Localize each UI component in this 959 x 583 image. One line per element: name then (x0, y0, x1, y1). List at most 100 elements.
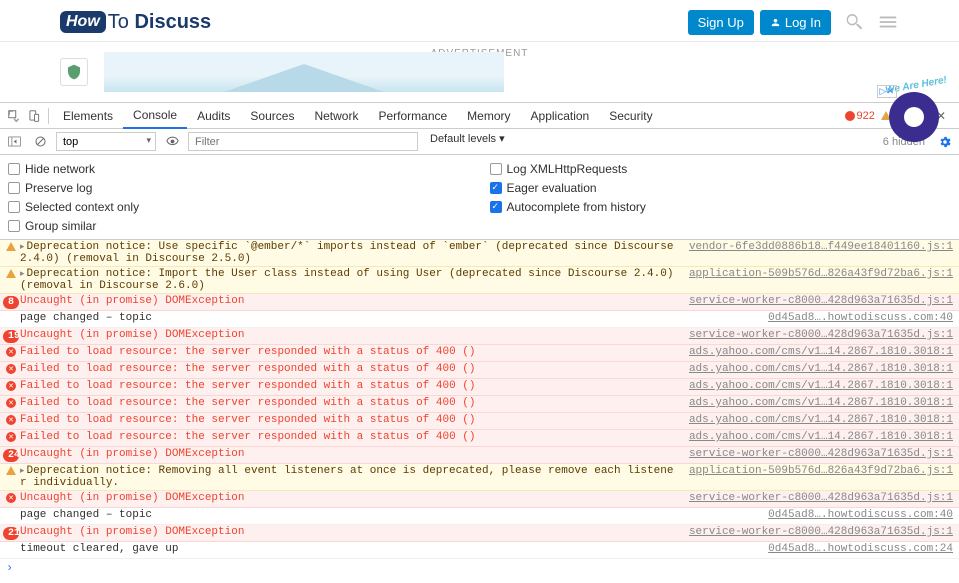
error-badge: 19 (3, 330, 19, 343)
device-icon[interactable] (24, 106, 44, 126)
log-row[interactable]: page changed – topic0d45ad8….howtodiscus… (0, 508, 959, 525)
error-icon (6, 364, 16, 374)
ad-banner[interactable] (104, 52, 504, 92)
site-logo[interactable]: How To Discuss (60, 11, 211, 34)
log-source-link[interactable]: service-worker-c8000…428d963a71635d.js:1 (679, 448, 953, 460)
log-message: Uncaught (in promise) DOMException (18, 492, 679, 504)
log-source-link[interactable]: ads.yahoo.com/cms/v1…14.2867.1810.3018:1 (679, 363, 953, 375)
log-row[interactable]: Failed to load resource: the server resp… (0, 396, 959, 413)
console-toolbar: top Default levels ▾ 6 hidden (0, 129, 959, 155)
ad-close-icon[interactable]: ▷✕ (877, 85, 897, 98)
menu-icon[interactable] (877, 11, 899, 33)
option-eager-evaluation[interactable]: Eager evaluation (490, 178, 952, 197)
checkbox-icon[interactable] (8, 182, 20, 194)
log-row[interactable]: 24Uncaught (in promise) DOMExceptionserv… (0, 447, 959, 464)
log-row[interactable]: timeout cleared, gave up0d45ad8….howtodi… (0, 542, 959, 559)
error-badge: 21 (3, 527, 19, 540)
option-group-similar[interactable]: Group similar (8, 216, 470, 235)
log-message: page changed – topic (18, 312, 758, 324)
live-expression-icon[interactable] (162, 132, 182, 152)
log-source-link[interactable]: service-worker-c8000…428d963a71635d.js:1 (679, 526, 953, 538)
expand-icon[interactable]: ▸ (20, 242, 25, 252)
log-source-link[interactable]: application-509b576d…826a43f9d72ba6.js:1 (679, 465, 953, 477)
tab-performance[interactable]: Performance (368, 103, 457, 129)
levels-select[interactable]: Default levels ▾ (424, 132, 523, 151)
console-options: Hide networkPreserve logSelected context… (0, 155, 959, 240)
log-row[interactable]: Failed to load resource: the server resp… (0, 345, 959, 362)
log-source-link[interactable]: 0d45ad8….howtodiscuss.com:40 (758, 312, 953, 324)
log-row[interactable]: ▸Deprecation notice: Use specific `@embe… (0, 240, 959, 267)
error-counter[interactable]: 922 (845, 110, 875, 122)
log-row[interactable]: page changed – topic0d45ad8….howtodiscus… (0, 311, 959, 328)
log-row[interactable]: 21Uncaught (in promise) DOMExceptionserv… (0, 525, 959, 542)
log-source-link[interactable]: ads.yahoo.com/cms/v1…14.2867.1810.3018:1 (679, 380, 953, 392)
log-source-link[interactable]: ads.yahoo.com/cms/v1…14.2867.1810.3018:1 (679, 414, 953, 426)
log-row[interactable]: Failed to load resource: the server resp… (0, 362, 959, 379)
checkbox-icon[interactable] (8, 163, 20, 175)
tab-console[interactable]: Console (123, 103, 187, 129)
error-icon (6, 398, 16, 408)
logo-text: To Discuss (108, 11, 211, 34)
tab-audits[interactable]: Audits (187, 103, 240, 129)
log-source-link[interactable]: service-worker-c8000…428d963a71635d.js:1 (679, 295, 953, 307)
context-select[interactable]: top (56, 132, 156, 151)
log-message: Failed to load resource: the server resp… (18, 414, 679, 426)
option-selected-context-only[interactable]: Selected context only (8, 197, 470, 216)
log-row[interactable]: ▸Deprecation notice: Import the User cla… (0, 267, 959, 294)
option-autocomplete-from-history[interactable]: Autocomplete from history (490, 197, 952, 216)
checkbox-icon[interactable] (490, 182, 502, 194)
log-row[interactable]: 8Uncaught (in promise) DOMExceptionservi… (0, 294, 959, 311)
console-prompt[interactable]: › (0, 559, 959, 577)
log-row[interactable]: Failed to load resource: the server resp… (0, 379, 959, 396)
log-source-link[interactable]: service-worker-c8000…428d963a71635d.js:1 (679, 329, 953, 341)
log-row[interactable]: Failed to load resource: the server resp… (0, 413, 959, 430)
clear-console-icon[interactable] (30, 132, 50, 152)
expand-icon[interactable]: ▸ (20, 269, 25, 279)
signup-button[interactable]: Sign Up (688, 10, 754, 35)
log-row[interactable]: ▸Deprecation notice: Removing all event … (0, 464, 959, 491)
adblock-shield-icon[interactable] (60, 58, 88, 86)
log-source-link[interactable]: ads.yahoo.com/cms/v1…14.2867.1810.3018:1 (679, 397, 953, 409)
warning-icon (6, 242, 16, 251)
checkbox-icon[interactable] (490, 201, 502, 213)
checkbox-icon[interactable] (8, 220, 20, 232)
tab-sources[interactable]: Sources (240, 103, 304, 129)
chat-bubble-icon[interactable] (889, 92, 939, 142)
sidebar-toggle-icon[interactable] (4, 132, 24, 152)
tab-security[interactable]: Security (599, 103, 662, 129)
log-row[interactable]: 19Uncaught (in promise) DOMExceptionserv… (0, 328, 959, 345)
gear-icon[interactable] (935, 132, 955, 152)
expand-icon[interactable]: ▸ (20, 466, 25, 476)
option-log-xmlhttprequests[interactable]: Log XMLHttpRequests (490, 159, 952, 178)
log-source-link[interactable]: 0d45ad8….howtodiscuss.com:24 (758, 543, 953, 555)
log-source-link[interactable]: application-509b576d…826a43f9d72ba6.js:1 (679, 268, 953, 280)
search-icon[interactable] (843, 11, 865, 33)
tab-elements[interactable]: Elements (53, 103, 123, 129)
tab-application[interactable]: Application (521, 103, 600, 129)
option-preserve-log[interactable]: Preserve log (8, 178, 470, 197)
log-source-link[interactable]: 0d45ad8….howtodiscuss.com:40 (758, 509, 953, 521)
log-source-link[interactable]: ads.yahoo.com/cms/v1…14.2867.1810.3018:1 (679, 431, 953, 443)
console-log-area[interactable]: ▸Deprecation notice: Use specific `@embe… (0, 240, 959, 559)
log-message: Failed to load resource: the server resp… (18, 346, 679, 358)
checkbox-icon[interactable] (490, 163, 502, 175)
log-row[interactable]: Failed to load resource: the server resp… (0, 430, 959, 447)
log-message: ▸Deprecation notice: Use specific `@embe… (18, 241, 679, 265)
log-message: Uncaught (in promise) DOMException (18, 329, 679, 341)
log-message: Uncaught (in promise) DOMException (18, 526, 679, 538)
error-icon (6, 432, 16, 442)
filter-input[interactable] (188, 132, 418, 151)
warning-icon (6, 269, 16, 278)
checkbox-icon[interactable] (8, 201, 20, 213)
log-message: Uncaught (in promise) DOMException (18, 295, 679, 307)
log-message: ▸Deprecation notice: Import the User cla… (18, 268, 679, 292)
log-source-link[interactable]: vendor-6fe3dd0886b18…f449ee18401160.js:1 (679, 241, 953, 253)
log-source-link[interactable]: service-worker-c8000…428d963a71635d.js:1 (679, 492, 953, 504)
login-button[interactable]: Log In (760, 10, 831, 35)
tab-memory[interactable]: Memory (457, 103, 520, 129)
option-hide-network[interactable]: Hide network (8, 159, 470, 178)
tab-network[interactable]: Network (304, 103, 368, 129)
log-source-link[interactable]: ads.yahoo.com/cms/v1…14.2867.1810.3018:1 (679, 346, 953, 358)
inspect-icon[interactable] (4, 106, 24, 126)
log-message: Uncaught (in promise) DOMException (18, 448, 679, 460)
